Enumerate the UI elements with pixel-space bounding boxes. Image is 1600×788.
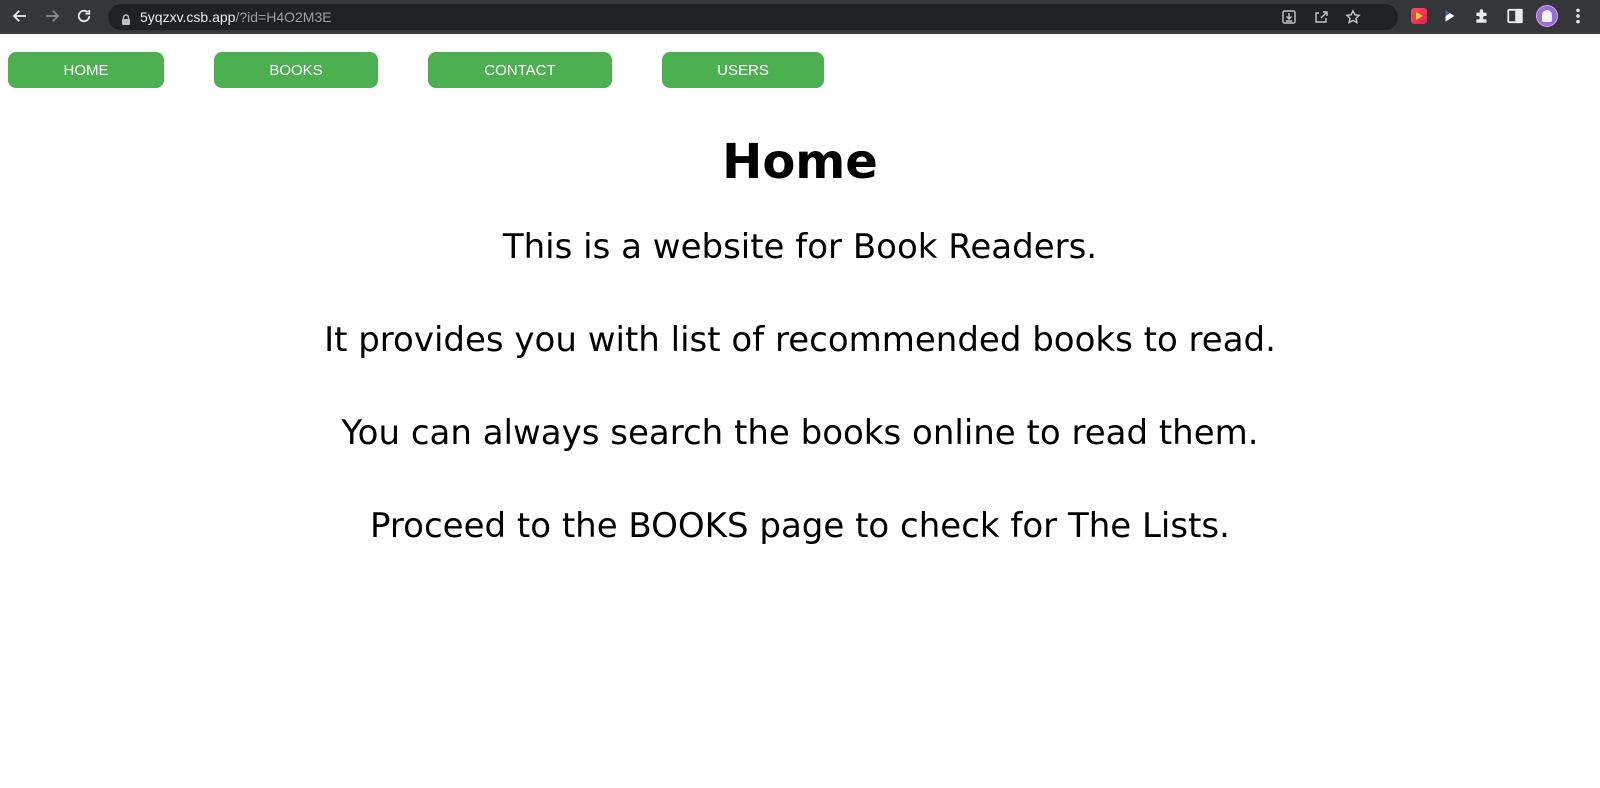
site-nav: HOME BOOKS CONTACT USERS (0, 52, 1600, 88)
nav-contact-button[interactable]: CONTACT (428, 52, 612, 88)
forward-icon[interactable] (40, 4, 64, 28)
page-title: Home (722, 134, 878, 190)
url-path: /?id=H4O2M3E (235, 9, 332, 25)
reload-icon[interactable] (72, 4, 96, 28)
nav-home-button[interactable]: HOME (8, 52, 164, 88)
url-host: 5yqzxv.csb.app (140, 9, 236, 25)
more-icon[interactable] (1568, 6, 1588, 26)
lock-icon[interactable] (120, 11, 132, 25)
intro-paragraph-3: You can always search the books online t… (341, 413, 1259, 453)
intro-paragraph-4: Proceed to the BOOKS page to check for T… (370, 506, 1230, 546)
url-text[interactable]: 5yqzxv.csb.app/?id=H4O2M3E (140, 8, 332, 26)
avatar[interactable] (1536, 5, 1558, 27)
address-bar[interactable]: 5yqzxv.csb.app/?id=H4O2M3E (108, 4, 1398, 30)
side-panel-icon[interactable] (1505, 6, 1525, 26)
share-icon[interactable] (1312, 8, 1330, 26)
nav-books-button[interactable]: BOOKS (214, 52, 378, 88)
intro-paragraph-1: This is a website for Book Readers. (502, 227, 1098, 267)
browser-toolbar: 5yqzxv.csb.app/?id=H4O2M3E (0, 0, 1600, 34)
main-content: Home This is a website for Book Readers.… (0, 130, 1600, 596)
back-icon[interactable] (8, 4, 32, 28)
puzzle-icon[interactable] (1472, 6, 1492, 26)
extension-icon[interactable] (1409, 6, 1429, 26)
star-icon[interactable] (1344, 8, 1362, 26)
intro-paragraph-2: It provides you with list of recommended… (324, 320, 1276, 360)
nav-users-button[interactable]: USERS (662, 52, 824, 88)
install-icon[interactable] (1280, 8, 1298, 26)
cursor-extension-icon[interactable] (1440, 6, 1460, 26)
